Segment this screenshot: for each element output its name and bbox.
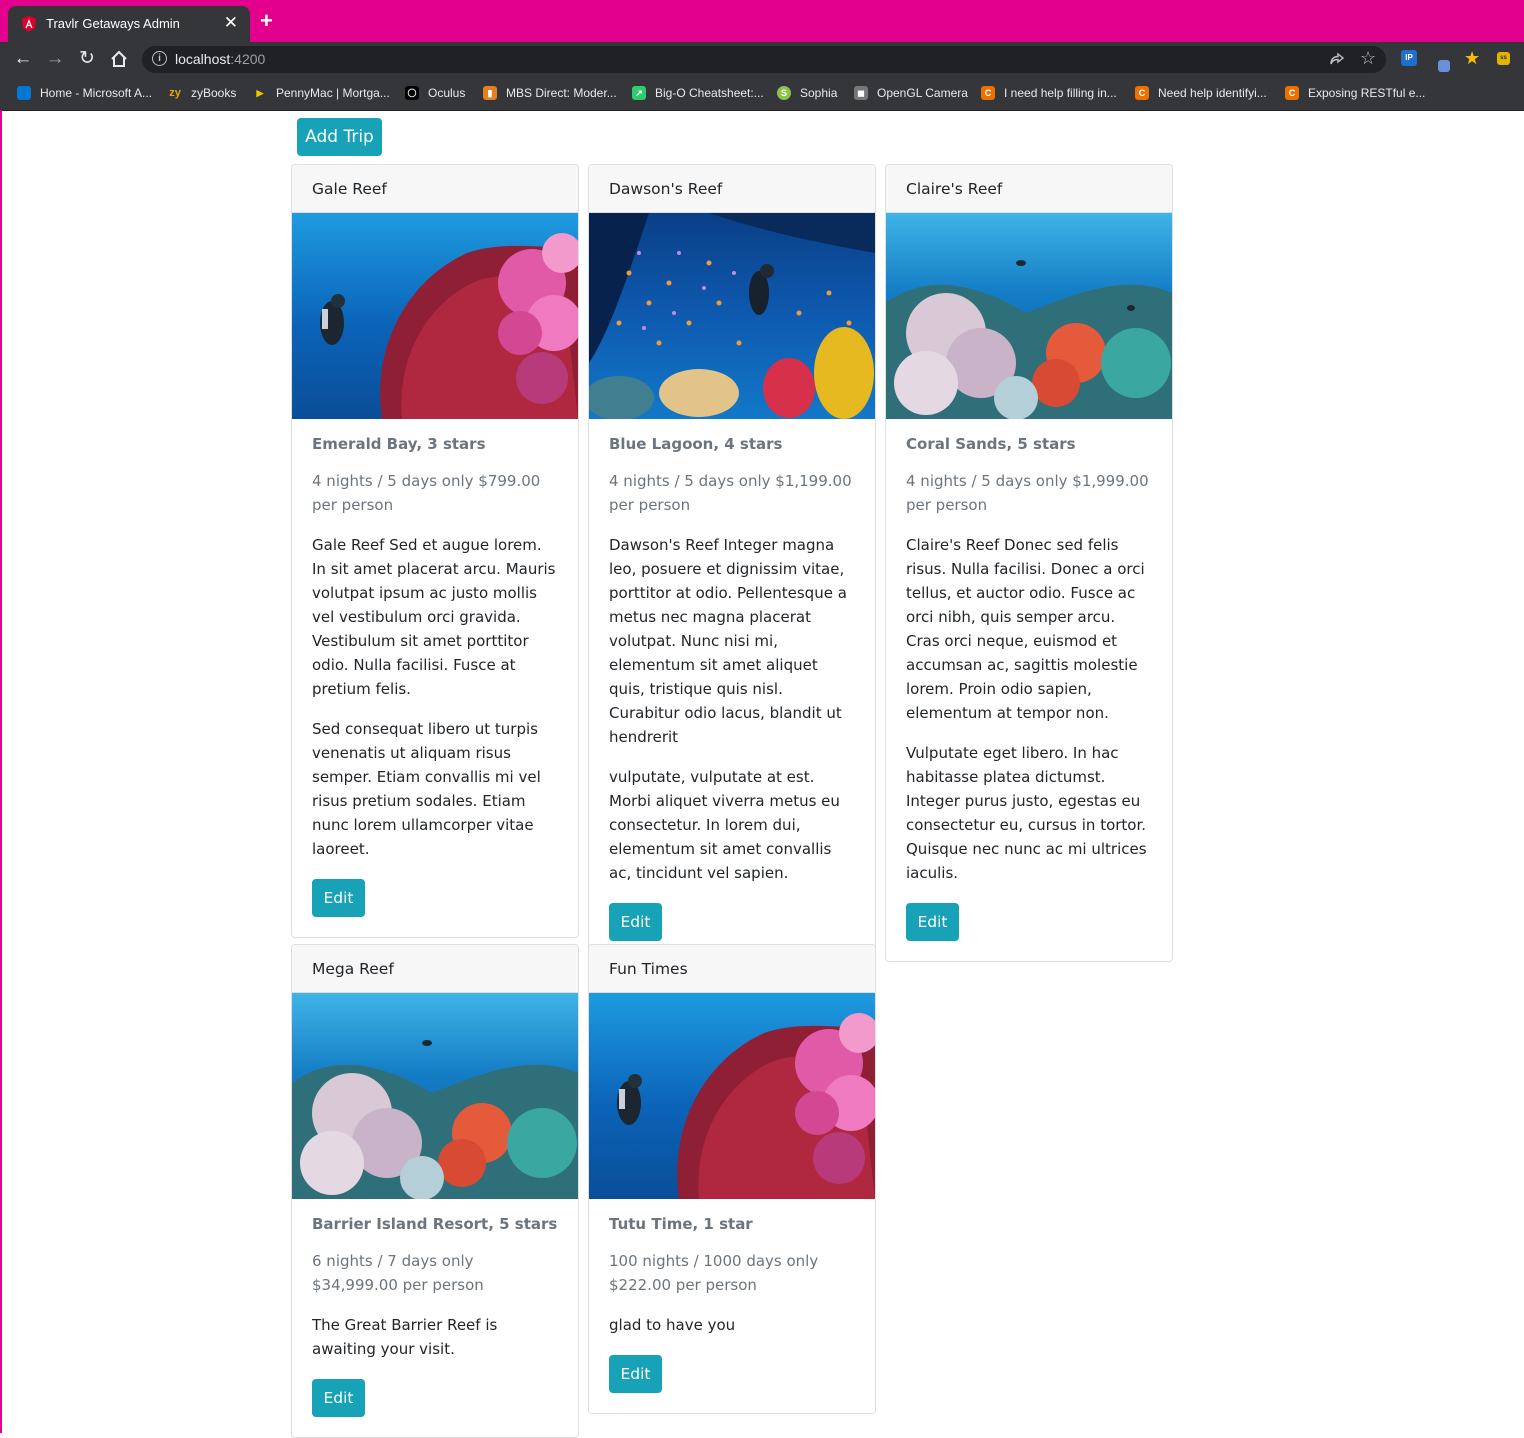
tab-title: Travlr Getaways Admin [46,16,180,31]
trip-name: Claire's Reef [886,165,1172,213]
bookmark-item[interactable]: ◼ OpenGL Camera [854,84,968,102]
edit-button[interactable]: Edit [609,903,662,941]
bookmark-star-icon[interactable]: ☆ [1360,48,1376,69]
bookmarks-bar: Home - Microsoft A... zy zyBooks ▶ Penny… [0,76,1524,111]
reef-soft-coral-photo [292,993,578,1199]
bookmark-label: Exposing RESTful e... [1308,86,1426,100]
chegg-icon: C [1285,86,1299,100]
bookmark-item[interactable]: ↗ Big-O Cheatsheet:... [632,84,764,102]
reef-diver-fish-school-photo [589,213,875,419]
trip-description: Claire's Reef Donec sed felis risus. Nul… [906,536,1145,722]
bookmark-label: zyBooks [191,86,237,100]
edit-button[interactable]: Edit [906,903,959,941]
browser-toolbar: ← → ↻ i localhost:4200 ☆ IP ★ ss [0,42,1524,76]
card-body: Emerald Bay, 3 stars 4 nights / 5 days o… [292,419,578,937]
trip-description: Vulputate eget libero. In hac habitasse … [906,744,1147,882]
card-body: Barrier Island Resort, 5 stars 6 nights … [292,1199,578,1437]
url-text[interactable]: localhost:4200 [175,51,265,67]
bookmark-item[interactable]: zy zyBooks [168,84,236,102]
site-info-icon[interactable]: i [152,51,167,66]
bookmark-label: MBS Direct: Moder... [506,86,617,100]
bookmark-item[interactable]: ◯ Oculus [405,84,465,102]
angular-icon [22,16,36,32]
chegg-icon: C [981,86,995,100]
address-bar[interactable]: i localhost:4200 ☆ [142,46,1386,73]
trip-name: Mega Reef [292,945,578,993]
bookmark-item[interactable]: S Sophia [777,84,837,102]
resort-title: Tutu Time, 1 star [609,1215,753,1233]
window-border [0,110,2,1433]
resort-title: Blue Lagoon, 4 stars [609,435,783,453]
card-body: Coral Sands, 5 stars 4 nights / 5 days o… [886,419,1172,961]
extension-yellow-icon[interactable]: ss [1497,52,1510,65]
trip-name: Dawson's Reef [589,165,875,213]
reload-icon[interactable]: ↻ [76,48,98,70]
browser-titlebar: Travlr Getaways Admin ✕ + [0,0,1524,42]
trip-price: 6 nights / 7 days only $34,999.00 per pe… [312,1252,484,1294]
zybooks-icon: zy [169,87,181,99]
browser-tab[interactable]: Travlr Getaways Admin ✕ [8,6,250,42]
reef-diver-fan-coral-photo [589,993,875,1199]
trip-name: Gale Reef [292,165,578,213]
edit-button[interactable]: Edit [312,1379,365,1417]
home-icon[interactable] [108,48,130,70]
oculus-icon: ◯ [405,86,419,100]
bookmark-label: Big-O Cheatsheet:... [655,86,764,100]
edit-button[interactable]: Edit [609,1355,662,1393]
trip-description: The Great Barrier Reef is awaiting your … [312,1316,498,1358]
bookmark-label: Oculus [428,86,466,100]
reef-diver-fan-coral-photo [292,213,578,419]
trip-name: Fun Times [589,945,875,993]
share-icon[interactable] [1329,52,1345,68]
opengl-icon: ◼ [854,86,868,100]
close-tab-icon[interactable]: ✕ [224,13,238,33]
bookmark-label: PennyMac | Mortga... [276,86,390,100]
trip-price: 100 nights / 1000 days only $222.00 per … [609,1252,819,1294]
extension-ip-icon[interactable]: IP [1401,50,1417,66]
trip-card: Claire's Reef Coral Sands, 5 stars 4 nig… [885,164,1173,962]
resort-title: Barrier Island Resort, 5 stars [312,1215,558,1233]
trip-card: Mega Reef Barrier Island Resort, 5 stars… [291,944,579,1438]
bigo-icon: ↗ [632,86,646,100]
new-tab-button[interactable]: + [260,10,273,32]
trip-card: Dawson's Reef Blue Lagoon, 4 stars 4 nig… [588,164,876,962]
bookmark-label: OpenGL Camera [877,86,968,100]
trip-card: Fun Times Tutu Time, 1 star 100 nights /… [588,944,876,1414]
bookmark-label: I need help filling in... [1004,86,1117,100]
resort-title: Emerald Bay, 3 stars [312,435,486,453]
trip-description: glad to have you [609,1316,736,1334]
edit-button[interactable]: Edit [312,879,365,917]
reef-soft-coral-photo [886,213,1172,419]
add-trip-button[interactable]: Add Trip [297,118,382,156]
bookmark-item[interactable]: ▮ MBS Direct: Moder... [483,84,617,102]
mbs-icon: ▮ [483,86,497,100]
bookmark-item[interactable]: C Need help identifyi... [1135,84,1267,102]
bookmark-label: Need help identifyi... [1158,86,1267,100]
resort-title: Coral Sands, 5 stars [906,435,1076,453]
card-body: Blue Lagoon, 4 stars 4 nights / 5 days o… [589,419,875,961]
sophia-icon: S [777,86,791,100]
azure-icon [17,86,31,100]
bookmark-item[interactable]: C I need help filling in... [981,84,1117,102]
trip-description: Sed consequat libero ut turpis venenatis… [312,720,541,858]
extension-puzzle-icon[interactable] [1438,60,1450,72]
bookmark-item[interactable]: C Exposing RESTful e... [1285,84,1425,102]
chegg-icon: C [1135,86,1149,100]
trip-description: Dawson's Reef Integer magna leo, posuere… [609,536,847,746]
back-arrow-icon[interactable]: ← [12,48,34,70]
favorites-star-icon[interactable]: ★ [1464,48,1480,69]
bookmark-label: Sophia [800,86,838,100]
card-body: Tutu Time, 1 star 100 nights / 1000 days… [589,1199,875,1413]
bookmark-item[interactable]: ▶ PennyMac | Mortga... [253,84,390,102]
trip-description: Gale Reef Sed et augue lorem. In sit ame… [312,536,556,698]
trip-price: 4 nights / 5 days only $1,999.00 per per… [906,472,1149,514]
pennymac-icon: ▶ [256,88,264,98]
forward-arrow-icon[interactable]: → [44,48,66,70]
bookmark-label: Home - Microsoft A... [40,86,153,100]
trip-price: 4 nights / 5 days only $1,199.00 per per… [609,472,852,514]
trip-card: Gale Reef Emerald Bay, 3 stars 4 nights … [291,164,579,938]
trip-price: 4 nights / 5 days only $799.00 per perso… [312,472,541,514]
bookmark-item[interactable]: Home - Microsoft A... [17,84,152,102]
trip-description: vulputate, vulputate at est. Morbi aliqu… [609,768,840,882]
